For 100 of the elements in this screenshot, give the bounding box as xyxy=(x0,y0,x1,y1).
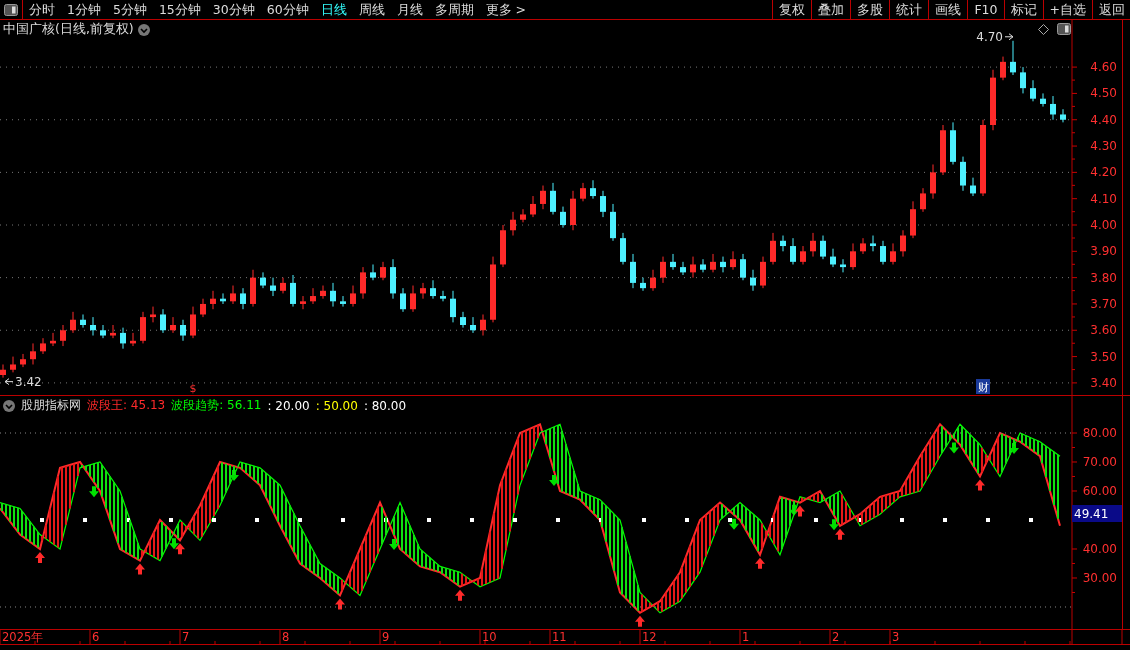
candle xyxy=(840,258,846,273)
diamond-icon[interactable] xyxy=(1038,23,1049,35)
toolbar-button[interactable]: F10 xyxy=(967,0,1004,19)
period-tab[interactable]: 15分钟 xyxy=(152,0,207,19)
price-axis-label: 4.30 xyxy=(1090,139,1117,154)
candle xyxy=(1040,92,1046,108)
price-axis-label: 4.60 xyxy=(1090,60,1117,75)
candle xyxy=(260,271,266,289)
candle xyxy=(1000,56,1006,81)
candle xyxy=(770,232,776,265)
price-axis-label: 4.50 xyxy=(1090,86,1117,101)
toolbar-button[interactable]: 标记 xyxy=(1003,0,1043,19)
candle xyxy=(730,250,736,271)
toolbar-button[interactable]: 多股 xyxy=(850,0,890,19)
candle xyxy=(390,258,396,300)
price-axis-label: 4.20 xyxy=(1090,165,1117,180)
candle xyxy=(720,256,726,273)
candle xyxy=(370,263,376,281)
time-axis-label: 12 xyxy=(642,630,657,644)
toolbar-button[interactable]: 复权 xyxy=(772,0,812,19)
candle xyxy=(530,195,536,218)
indicator-axis-label: 30.00 xyxy=(1082,571,1117,585)
candle xyxy=(450,290,456,323)
candle xyxy=(910,200,916,239)
candle xyxy=(400,287,406,313)
dividend-marker[interactable]: $ xyxy=(189,382,197,395)
candle xyxy=(220,292,226,305)
candle xyxy=(1060,108,1066,123)
candle xyxy=(630,253,636,289)
up-arrow-icon xyxy=(455,589,465,601)
candle xyxy=(860,237,866,255)
toolbar-button[interactable]: +自选 xyxy=(1042,0,1092,19)
candle xyxy=(710,253,716,273)
candle xyxy=(140,311,146,344)
toolbar-button[interactable]: 叠加 xyxy=(811,0,851,19)
candle xyxy=(290,274,296,308)
candle xyxy=(660,256,666,284)
period-tab[interactable]: 5分钟 xyxy=(106,0,153,19)
up-arrow-icon xyxy=(335,598,345,610)
up-arrow-icon xyxy=(35,552,45,563)
period-tab[interactable]: 月线 xyxy=(390,0,429,19)
time-axis-label: 2025年 xyxy=(2,630,44,644)
candle xyxy=(990,69,996,131)
candle xyxy=(420,282,426,300)
period-tab[interactable]: 更多 > xyxy=(479,0,533,19)
candle xyxy=(310,287,316,305)
period-tab[interactable]: 周线 xyxy=(352,0,391,19)
panel-toggle-icon[interactable] xyxy=(4,3,18,16)
period-tab[interactable]: 多周期 xyxy=(428,0,480,19)
candle xyxy=(850,242,856,271)
price-axis-label: 3.80 xyxy=(1090,270,1117,285)
time-axis-label: 1 xyxy=(742,630,750,644)
down-arrow-icon xyxy=(729,518,739,530)
candle xyxy=(130,332,136,347)
period-tab[interactable]: 日线 xyxy=(314,0,353,19)
toolbar-button[interactable]: 画线 xyxy=(928,0,968,19)
candle xyxy=(80,313,86,329)
candle xyxy=(500,224,506,268)
dropdown-icon[interactable] xyxy=(3,399,15,412)
candle xyxy=(610,203,616,242)
panel-toggle-icon[interactable] xyxy=(1057,23,1071,35)
candle xyxy=(780,235,786,252)
price-axis-label: 3.60 xyxy=(1090,323,1117,338)
candle xyxy=(0,363,6,379)
candle xyxy=(570,190,576,231)
candle xyxy=(230,285,236,305)
price-axis-label: 3.90 xyxy=(1090,244,1117,259)
period-tab[interactable]: 30分钟 xyxy=(206,0,261,19)
time-axis-label: 9 xyxy=(382,630,390,644)
candle xyxy=(880,240,886,265)
candle xyxy=(100,324,106,339)
period-tab[interactable]: 60分钟 xyxy=(260,0,315,19)
legend-value: : 20.00 xyxy=(267,398,310,413)
candle xyxy=(340,295,346,308)
period-tab[interactable]: 1分钟 xyxy=(61,0,107,19)
annotation: 3.42 xyxy=(15,374,42,389)
toolbar-button[interactable]: 返回 xyxy=(1092,0,1130,19)
candle xyxy=(160,308,166,334)
up-arrow-icon xyxy=(175,543,185,555)
toolbar-button[interactable]: 统计 xyxy=(889,0,929,19)
candle xyxy=(520,208,526,223)
candle xyxy=(620,232,626,265)
candle xyxy=(380,261,386,281)
report-marker[interactable]: 财 xyxy=(976,379,990,394)
up-arrow-icon xyxy=(835,528,845,540)
candle xyxy=(920,187,926,213)
dropdown-icon[interactable] xyxy=(137,23,150,36)
candle xyxy=(180,319,186,342)
candle xyxy=(870,235,876,252)
period-tab[interactable]: 分时 xyxy=(23,0,61,19)
candle xyxy=(440,290,446,302)
indicator-axis-label: 60.00 xyxy=(1082,484,1117,498)
candle xyxy=(60,324,66,347)
candle xyxy=(1020,66,1026,94)
price-axis-label: 4.10 xyxy=(1090,191,1117,206)
candle xyxy=(900,229,906,258)
candle xyxy=(280,277,286,294)
candle xyxy=(650,269,656,292)
candle xyxy=(760,256,766,289)
price-axis-label: 4.00 xyxy=(1090,218,1117,232)
